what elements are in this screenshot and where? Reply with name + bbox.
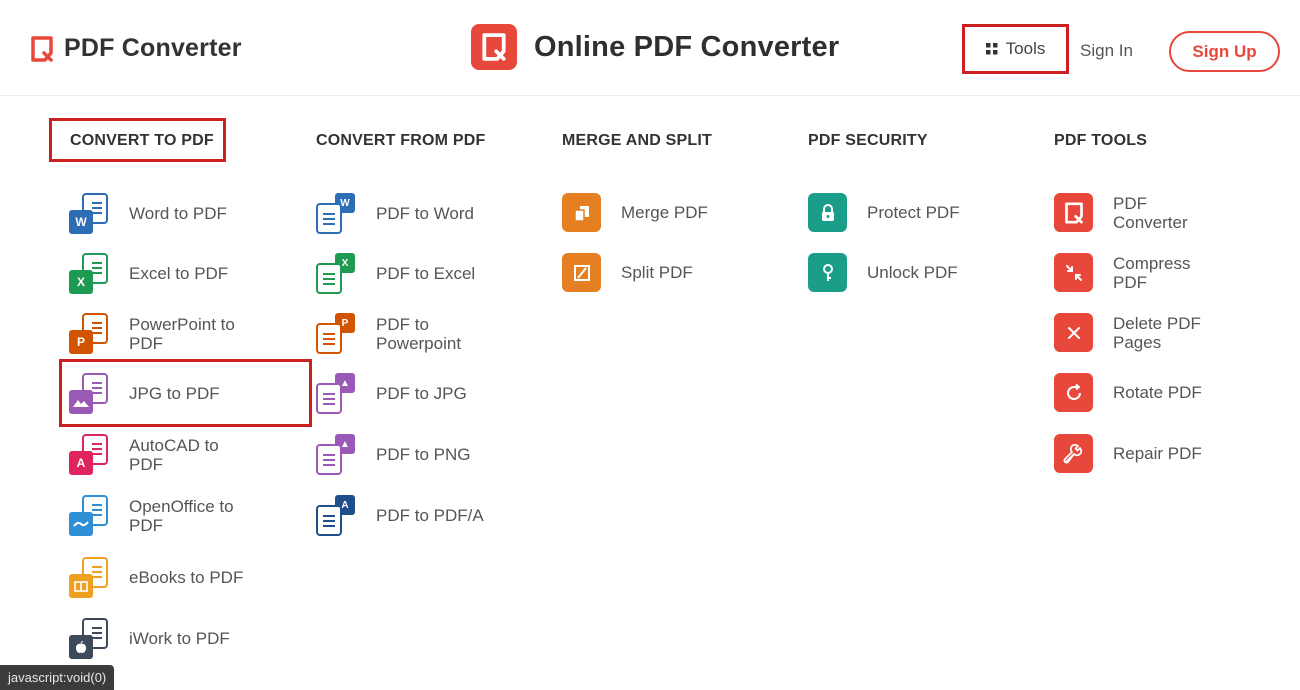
- column-title: CONVERT TO PDF: [70, 132, 214, 149]
- browser-status-bar: javascript:void(0): [0, 665, 115, 690]
- item-label: Merge PDF: [621, 203, 708, 222]
- item-label: PDF to JPG: [376, 384, 467, 403]
- top-navbar: PDF Converter Online PDF Converter Tools…: [0, 0, 1300, 96]
- menu-item-repair-pdf[interactable]: Repair PDF: [1054, 434, 1223, 473]
- menu-item-pdf-to-excel[interactable]: X PDF to Excel: [315, 253, 501, 294]
- item-label: PDF Converter: [1113, 193, 1188, 232]
- item-label: PowerPoint to PDF: [129, 314, 235, 353]
- menu-item-pdf-to-powerpoint[interactable]: P PDF to Powerpoint: [315, 313, 501, 354]
- menu-item-merge-pdf[interactable]: Merge PDF: [562, 193, 746, 232]
- word-icon: W: [68, 193, 109, 234]
- rotate-icon: [1054, 373, 1093, 412]
- brand-name: PDF Converter: [64, 34, 242, 62]
- sign-in-link[interactable]: Sign In: [1080, 41, 1133, 61]
- menu-item-split-pdf[interactable]: Split PDF: [562, 253, 746, 292]
- converter-icon: [1054, 193, 1093, 232]
- image-icon: ▲: [315, 373, 356, 414]
- menu-item-unlock-pdf[interactable]: Unlock PDF: [808, 253, 992, 292]
- item-label: PDF to Word: [376, 204, 474, 223]
- word-icon: W: [315, 193, 356, 234]
- item-label: AutoCAD to PDF: [129, 435, 219, 474]
- menu-item-ebooks-to-pdf[interactable]: eBooks to PDF: [68, 557, 254, 598]
- ebook-icon: [68, 557, 109, 598]
- menu-item-pdf-to-jpg[interactable]: ▲ PDF to JPG: [315, 373, 501, 414]
- item-label: Protect PDF: [867, 203, 960, 222]
- apple-icon: [68, 618, 109, 659]
- item-label: iWork to PDF: [129, 629, 230, 648]
- split-icon: [562, 253, 601, 292]
- item-label: OpenOffice to PDF: [129, 496, 234, 535]
- delete-icon: [1054, 313, 1093, 352]
- powerpoint-icon: P: [68, 313, 109, 354]
- image-icon: ▲: [315, 434, 356, 475]
- item-label: Rotate PDF: [1113, 383, 1202, 402]
- column-title: PDF TOOLS: [1054, 132, 1148, 149]
- item-label: Repair PDF: [1113, 444, 1202, 463]
- page-title-text: Online PDF Converter: [534, 30, 840, 63]
- item-label: Word to PDF: [129, 204, 227, 223]
- image-icon: [68, 373, 109, 414]
- column-title: PDF SECURITY: [808, 132, 928, 149]
- online-converter-logo-icon: [471, 24, 517, 70]
- autocad-icon: A: [68, 434, 109, 475]
- item-label: Split PDF: [621, 263, 693, 282]
- menu-item-delete-pdf-pages[interactable]: Delete PDF Pages: [1054, 313, 1223, 352]
- column-title: MERGE AND SPLIT: [562, 132, 712, 149]
- menu-item-pdf-to-word[interactable]: W PDF to Word: [315, 193, 501, 234]
- sign-up-button[interactable]: Sign Up: [1169, 31, 1280, 72]
- powerpoint-icon: P: [315, 313, 356, 354]
- merge-icon: [562, 193, 601, 232]
- grid-icon: [985, 43, 998, 55]
- item-label: Unlock PDF: [867, 263, 958, 282]
- item-label: Delete PDF Pages: [1113, 313, 1201, 352]
- menu-item-pdf-converter[interactable]: PDF Converter: [1054, 193, 1223, 232]
- menu-item-rotate-pdf[interactable]: Rotate PDF: [1054, 373, 1223, 412]
- wrench-icon: [1054, 434, 1093, 473]
- item-label: eBooks to PDF: [129, 568, 244, 587]
- item-label: Compress PDF: [1113, 253, 1191, 292]
- menu-item-excel-to-pdf[interactable]: X Excel to PDF: [68, 253, 254, 294]
- excel-icon: X: [315, 253, 356, 294]
- pdfa-icon: A: [315, 495, 356, 536]
- menu-item-powerpoint-to-pdf[interactable]: P PowerPoint to PDF: [68, 313, 254, 354]
- menu-item-word-to-pdf[interactable]: W Word to PDF: [68, 193, 254, 234]
- item-label: PDF to Powerpoint: [376, 314, 462, 353]
- column-title: CONVERT FROM PDF: [316, 132, 486, 149]
- excel-icon: X: [68, 253, 109, 294]
- brand-logo[interactable]: PDF Converter: [30, 34, 242, 63]
- item-label: PDF to Excel: [376, 264, 476, 283]
- menu-item-jpg-to-pdf[interactable]: JPG to PDF: [68, 373, 254, 414]
- item-label: JPG to PDF: [129, 384, 220, 403]
- page-title: Online PDF Converter: [471, 24, 839, 70]
- lock-icon: [808, 193, 847, 232]
- menu-item-autocad-to-pdf[interactable]: A AutoCAD to PDF: [68, 434, 254, 475]
- compress-icon: [1054, 253, 1093, 292]
- menu-item-iwork-to-pdf[interactable]: iWork to PDF: [68, 618, 254, 659]
- openoffice-icon: [68, 495, 109, 536]
- menu-item-openoffice-to-pdf[interactable]: OpenOffice to PDF: [68, 495, 254, 536]
- item-label: Excel to PDF: [129, 264, 229, 283]
- menu-item-pdf-to-pdfa[interactable]: A PDF to PDF/A: [315, 495, 501, 536]
- menu-item-pdf-to-png[interactable]: ▲ PDF to PNG: [315, 434, 501, 475]
- item-label: PDF to PDF/A: [376, 506, 484, 525]
- menu-item-protect-pdf[interactable]: Protect PDF: [808, 193, 992, 232]
- key-icon: [808, 253, 847, 292]
- tools-label: Tools: [1005, 39, 1046, 58]
- menu-item-compress-pdf[interactable]: Compress PDF: [1054, 253, 1223, 292]
- item-label: PDF to PNG: [376, 445, 471, 464]
- tools-menu-button[interactable]: Tools: [962, 24, 1069, 74]
- pdf-converter-logo-icon: [31, 35, 53, 62]
